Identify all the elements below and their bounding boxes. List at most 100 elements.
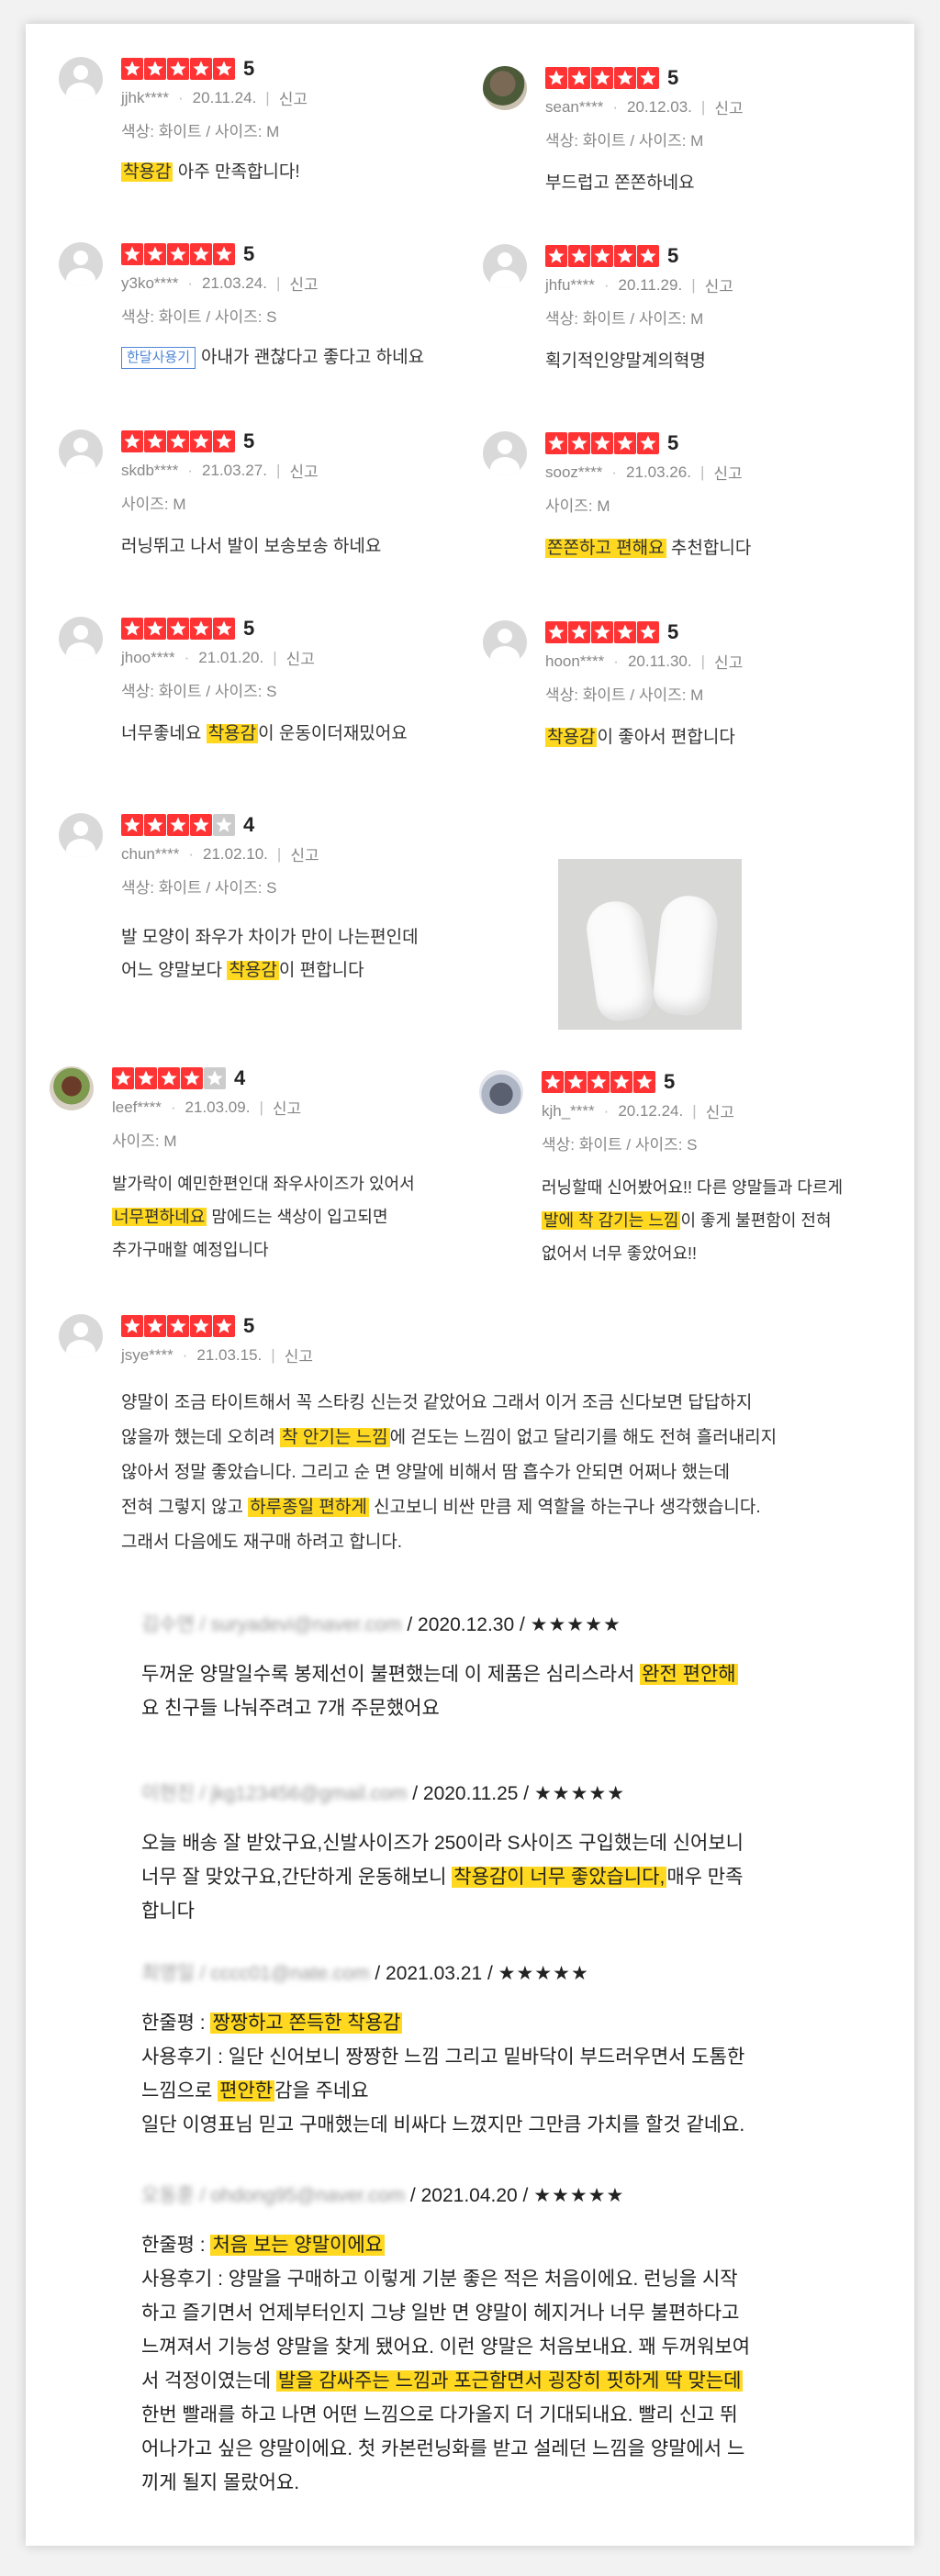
review-text: 러닝할때 신어봤어요!! 다른 양말들과 다르게 발에 착 감기는 느낌 이 좋게…	[542, 1178, 844, 1263]
star-icon	[637, 432, 659, 454]
star-icon	[190, 814, 212, 836]
rating-score: 5	[667, 66, 679, 89]
review-item: 5 sooz**** · 21.03.26. | 신고 사이즈: M 쫀쫀하고 편해요 …	[483, 431, 868, 558]
avatar	[50, 1066, 94, 1110]
star-icon	[121, 430, 143, 452]
report-link[interactable]: 신고	[289, 272, 318, 295]
email-review-text: 한줄평 : 처음 보는 양말이에요 사용후기 : 양말을 구매하고 이렇게 기분…	[141, 2235, 751, 2493]
rating-score: 5	[243, 617, 255, 640]
star-icon	[190, 618, 212, 640]
avatar	[59, 242, 103, 286]
report-link[interactable]: 신고	[713, 461, 742, 484]
review-text: 착용감 이 좋아서 편합니다	[545, 728, 735, 747]
report-link[interactable]: 신고	[714, 95, 743, 118]
highlight: 처음 보는 양말이에요	[210, 2235, 386, 2256]
report-link[interactable]: 신고	[273, 1096, 301, 1119]
report-link[interactable]: 신고	[705, 273, 733, 296]
option-info: 사이즈: M	[545, 497, 610, 515]
review-text: 획기적인양말계의혁명	[545, 351, 706, 371]
email-review-header: 이현진 / jkg123456@gmail.com / 2020.11.25 /…	[141, 1783, 626, 1804]
highlight: 착용감	[206, 724, 259, 743]
option-info: 색상: 화이트 / 사이즈: M	[545, 310, 704, 328]
report-link[interactable]: 신고	[286, 646, 315, 669]
star-icon	[568, 621, 590, 643]
review-item: 5 jjhk**** · 20.11.24. | 신고 색상: 화이트 / 사이즈: M…	[59, 57, 444, 182]
star-icon	[591, 67, 613, 89]
star-icon	[144, 58, 166, 80]
email-review-text: 오늘 배송 잘 받았구요,신발사이즈가 250이라 S사이즈 구입했는데 신어보…	[141, 1833, 744, 1922]
report-link[interactable]: 신고	[285, 1344, 313, 1366]
highlight: 착용감	[227, 961, 279, 980]
reviewer-id: chun****	[121, 844, 180, 863]
star-icon	[121, 243, 143, 265]
star-icon	[614, 245, 636, 267]
report-link[interactable]: 신고	[279, 86, 308, 109]
review-date: 21.02.10.	[203, 844, 268, 863]
avatar	[59, 617, 103, 661]
star-icon	[637, 245, 659, 267]
rating-score: 5	[243, 242, 255, 265]
review-date: 21.01.20.	[198, 648, 264, 666]
report-link[interactable]: 신고	[706, 1099, 734, 1122]
highlight: 쫀쫀하고 편해요	[545, 539, 666, 558]
star-icon	[121, 618, 143, 640]
review-text: 발 모양이 좌우가 차이가 만이 나는편인데 어느 양말보다 착용감 이 편합니다	[121, 928, 419, 980]
reviewer-id: jjhk****	[121, 88, 169, 106]
star-icon	[568, 432, 590, 454]
option-info: 색상: 화이트 / 사이즈: M	[121, 123, 280, 140]
star-icon	[637, 67, 659, 89]
review-text: 착용감 아주 만족합니다!	[121, 162, 300, 182]
star-icon	[568, 67, 590, 89]
highlight: 발을 감싸주는 느낌과 포근함면서 굉장히 핏하게 딱 맞는데	[275, 2370, 744, 2392]
review-text: 러닝뛰고 나서 발이 보송보송 하네요	[121, 537, 382, 556]
reviewer-id: y3ko****	[121, 273, 179, 292]
option-info: 색상: 화이트 / 사이즈: M	[545, 686, 704, 704]
email-review-header: 최영일 / cccc01@nate.com / 2021.03.21 / ★★★…	[141, 1963, 589, 1984]
rating-stars: ★★★★★	[533, 2185, 625, 2206]
star-icon	[213, 430, 235, 452]
option-info: 색상: 화이트 / 사이즈: S	[121, 879, 277, 897]
star-icon	[121, 1315, 143, 1337]
rating-score: 4	[234, 1066, 246, 1089]
rating-stars: 5	[121, 1314, 313, 1338]
rating-score: 5	[243, 57, 255, 80]
star-icon	[545, 621, 567, 643]
rating-stars: ★★★★★	[498, 1963, 589, 1984]
rating-stars: 5	[545, 620, 743, 644]
review-date: 21.03.24.	[202, 273, 267, 292]
star-icon	[213, 1315, 235, 1337]
review-photo-socks[interactable]	[558, 859, 742, 1030]
review-date: 20.11.29.	[618, 275, 683, 294]
report-link[interactable]: 신고	[289, 459, 318, 482]
review-text: 한달사용기 아내가 괜찮다고 좋다고 하네요	[121, 341, 424, 374]
report-link[interactable]: 신고	[714, 650, 743, 673]
avatar	[483, 244, 527, 288]
email-review-text: 두꺼운 양말일수록 봉제선이 불편했는데 이 제품은 심리스라서 완전 편안해 …	[141, 1664, 738, 1719]
review-item: 5 hoon**** · 20.11.30. | 신고 색상: 화이트 / 사이즈: M…	[483, 620, 868, 747]
report-link[interactable]: 신고	[290, 842, 319, 865]
rating-score: 5	[243, 429, 255, 452]
rating-stars: 5	[121, 617, 315, 641]
review-date: 21.03.26.	[626, 463, 691, 481]
email-review-text: 한줄평 : 짱짱하고 쫀득한 착용감 사용후기 : 일단 신어보니 짱짱한 느낌…	[141, 2013, 745, 2136]
star-icon	[144, 430, 166, 452]
star-icon	[591, 621, 613, 643]
star-icon	[610, 1071, 632, 1093]
star-icon	[158, 1067, 180, 1089]
reviewer-email: 오동훈 / ohdong95@naver.com	[141, 2185, 406, 2206]
reviewer-id: jhfu****	[545, 275, 595, 294]
review-item: 5 y3ko**** · 21.03.24. | 신고 색상: 화이트 / 사이즈: S…	[59, 242, 444, 369]
review-text: 너무좋네요 착용감 이 운동이더재밌어요	[121, 724, 408, 743]
reviewer-id: leef****	[112, 1098, 162, 1116]
avatar	[483, 431, 527, 475]
star-icon	[545, 432, 567, 454]
reviewer-email: 최영일 / cccc01@nate.com	[141, 1963, 370, 1984]
avatar	[59, 429, 103, 474]
reviewer-id: kjh_****	[542, 1101, 595, 1120]
star-icon	[121, 58, 143, 80]
review-date: 21.03.09.	[185, 1098, 251, 1116]
star-icon	[190, 243, 212, 265]
star-icon	[545, 245, 567, 267]
reviewer-id: hoon****	[545, 652, 605, 670]
rating-stars: 5	[542, 1070, 734, 1094]
